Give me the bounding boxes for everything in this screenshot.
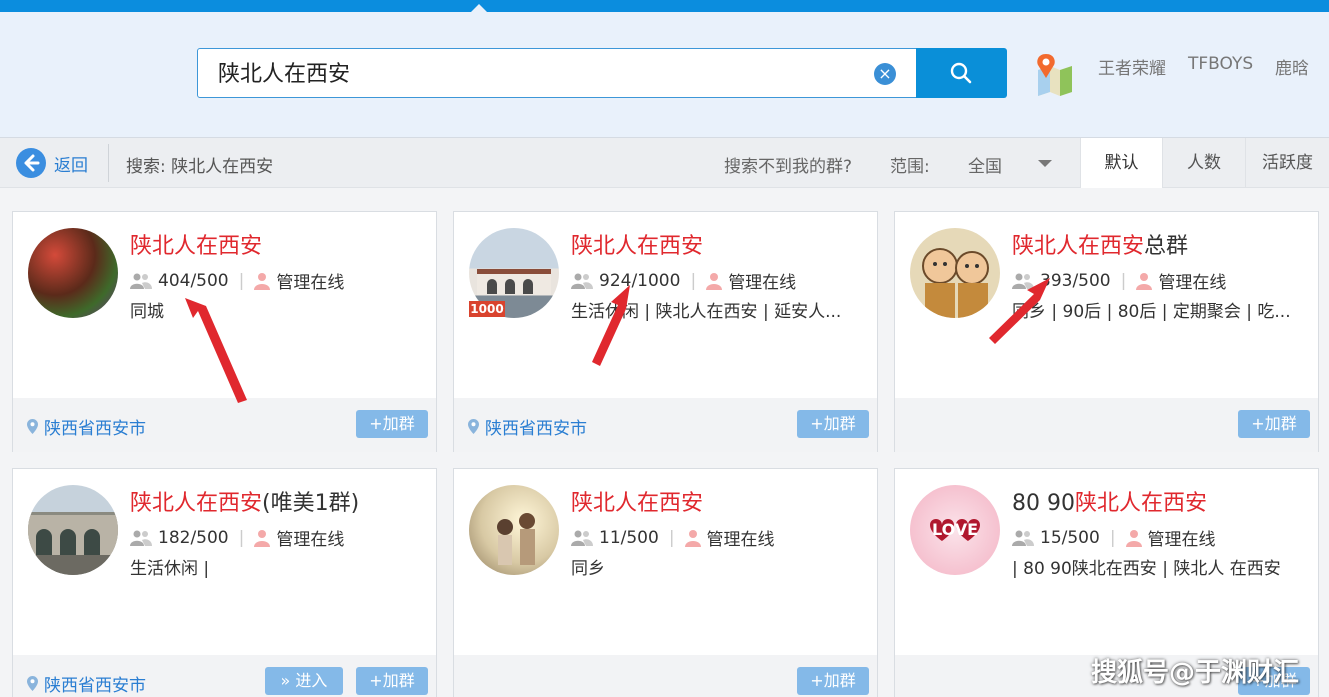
join-group-button[interactable]: +加群 <box>356 667 428 695</box>
tab-sort-default[interactable]: 默认 <box>1080 138 1162 188</box>
location-pin-icon <box>27 419 38 434</box>
cant-find-link[interactable]: 搜索不到我的群? <box>724 152 852 177</box>
admin-icon <box>254 272 271 290</box>
group-location: 陕西省西安市 <box>27 671 146 696</box>
group-avatar: LOVE <box>910 485 1000 575</box>
admin-icon <box>254 529 271 547</box>
admin-status: 管理在线 <box>276 530 345 550</box>
group-tags: | 80 90陕北在西安 | 陕北人 在西安 <box>1012 559 1281 579</box>
members-icon <box>1012 273 1034 289</box>
group-tags: 同城 <box>130 302 164 322</box>
member-count: 182/500 <box>158 527 229 548</box>
group-avatar <box>28 485 118 575</box>
search-button[interactable] <box>916 48 1007 98</box>
group-tags: 同乡 | 90后 | 80后 | 定期聚会 | 吃... <box>1012 302 1291 322</box>
hot-search-3[interactable]: 鹿晗 <box>1275 54 1309 79</box>
group-location: 陕西省西安市 <box>468 414 587 439</box>
top-bar <box>0 0 1329 13</box>
admin-icon <box>1125 529 1142 547</box>
hot-search-2[interactable]: TFBOYS <box>1188 54 1253 74</box>
group-card[interactable]: 陕北人在西安总群 393/500 | 管理在线 同乡 | 90后 | 80后 |… <box>894 211 1319 452</box>
hot-search-1[interactable]: 王者荣耀 <box>1098 54 1166 79</box>
join-group-button[interactable]: +加群 <box>1238 410 1310 438</box>
search-box[interactable]: × <box>197 48 917 98</box>
search-breadcrumb: 搜索: 陕北人在西安 <box>126 157 274 177</box>
watermark: 搜狐号@于渊财汇 <box>1090 658 1299 688</box>
group-stats: 924/1000 | 管理在线 <box>571 268 796 293</box>
admin-status: 管理在线 <box>1158 273 1227 293</box>
range-dropdown[interactable]: 全国 <box>968 152 1052 177</box>
search-area: × 王者荣耀 TFBOYS 鹿晗 <box>0 12 1329 138</box>
group-card[interactable]: 陕北人在西安 11/500 | 管理在线 同乡 +加群 <box>453 468 878 697</box>
group-stats: 393/500 | 管理在线 <box>1012 268 1226 293</box>
admin-icon <box>706 272 723 290</box>
tab-sort-members[interactable]: 人数 <box>1162 138 1245 188</box>
back-arrow-icon <box>16 148 46 178</box>
members-icon <box>130 530 152 546</box>
group-stats: 404/500 | 管理在线 <box>130 268 344 293</box>
members-icon <box>571 273 593 289</box>
admin-icon <box>684 529 701 547</box>
location-pin-icon <box>468 419 479 434</box>
admin-status: 管理在线 <box>706 530 775 550</box>
search-icon <box>950 62 972 84</box>
group-tags: 同乡 <box>571 559 605 579</box>
group-stats: 11/500 | 管理在线 <box>571 525 775 550</box>
group-card[interactable]: 陕北人在西安 404/500 | 管理在线 同城 陕西省西安市 +加群 <box>12 211 437 452</box>
clear-icon[interactable]: × <box>874 63 896 85</box>
member-count: 393/500 <box>1040 270 1111 291</box>
tab-sort-activity[interactable]: 活跃度 <box>1245 138 1329 188</box>
filter-bar: 返回 搜索: 陕北人在西安 搜索不到我的群? 范围: 全国 默认 人数 活跃度 <box>0 138 1329 188</box>
avatar-love-text: LOVE <box>932 520 978 539</box>
group-card[interactable]: 陕北人在西安(唯美1群) 182/500 | 管理在线 生活休闲 | 陕西省西安… <box>12 468 437 697</box>
join-group-button[interactable]: +加群 <box>356 410 428 438</box>
range-label: 范围: <box>890 157 930 177</box>
group-avatar <box>469 485 559 575</box>
group-avatar <box>910 228 1000 318</box>
group-title[interactable]: 陕北人在西安总群 <box>1012 228 1188 260</box>
admin-status: 管理在线 <box>728 273 797 293</box>
member-count: 11/500 <box>599 527 659 548</box>
back-button[interactable]: 返回 <box>16 148 88 178</box>
members-icon <box>1012 530 1034 546</box>
group-tags: 生活休闲 | 陕北人在西安 | 延安人... <box>571 302 842 322</box>
map-pin-icon[interactable] <box>1032 52 1076 96</box>
group-avatar <box>28 228 118 318</box>
admin-icon <box>1136 272 1153 290</box>
search-input[interactable] <box>218 59 858 84</box>
location-pin-icon <box>27 676 38 691</box>
join-group-button[interactable]: +加群 <box>797 667 869 695</box>
members-icon <box>130 273 152 289</box>
admin-status: 管理在线 <box>1147 530 1216 550</box>
group-stats: 182/500 | 管理在线 <box>130 525 344 550</box>
enter-group-button[interactable]: » 进入 <box>265 667 343 695</box>
back-label: 返回 <box>54 155 88 176</box>
range-value: 全国 <box>968 157 1002 177</box>
group-location: 陕西省西安市 <box>27 414 146 439</box>
group-card[interactable]: 1000 陕北人在西安 924/1000 | 管理在线 生活休闲 | 陕北人在西… <box>453 211 878 452</box>
divider <box>108 144 109 182</box>
member-count: 15/500 <box>1040 527 1100 548</box>
group-tags: 生活休闲 | <box>130 559 210 579</box>
member-count: 404/500 <box>158 270 229 291</box>
group-title[interactable]: 80 90陕北人在西安 <box>1012 485 1207 517</box>
group-stats: 15/500 | 管理在线 <box>1012 525 1216 550</box>
group-title[interactable]: 陕北人在西安 <box>571 228 703 260</box>
members-icon <box>571 530 593 546</box>
member-count: 924/1000 <box>599 270 681 291</box>
group-title[interactable]: 陕北人在西安(唯美1群) <box>130 485 359 517</box>
chevron-down-icon <box>1038 160 1052 167</box>
group-title[interactable]: 陕北人在西安 <box>571 485 703 517</box>
group-level-badge: 1000 <box>469 301 505 317</box>
admin-status: 管理在线 <box>276 273 345 293</box>
group-title[interactable]: 陕北人在西安 <box>130 228 262 260</box>
join-group-button[interactable]: +加群 <box>797 410 869 438</box>
